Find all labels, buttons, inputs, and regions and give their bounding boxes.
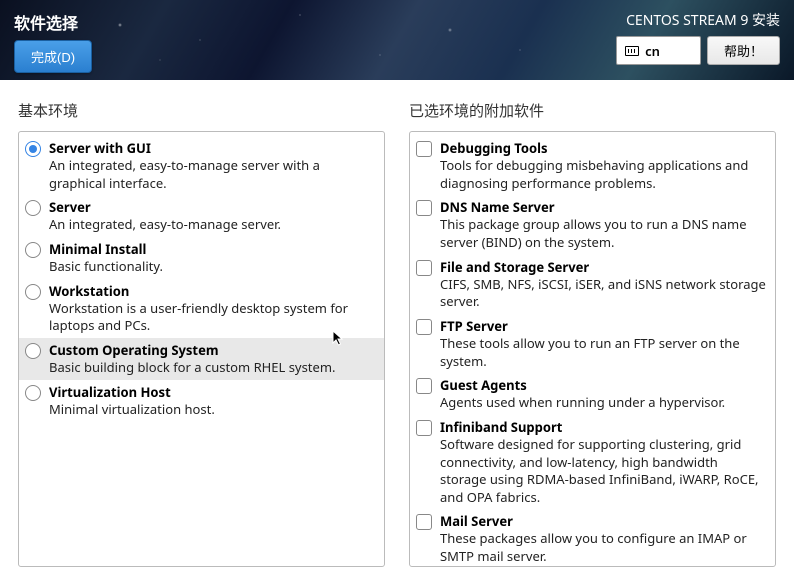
- addon-list[interactable]: Debugging ToolsTools for debugging misbe…: [409, 131, 776, 567]
- item-title: FTP Server: [440, 317, 767, 335]
- addon-item[interactable]: Guest AgentsAgents used when running und…: [410, 373, 775, 415]
- base-env-item[interactable]: WorkstationWorkstation is a user-friendl…: [19, 279, 384, 338]
- item-description: An integrated, easy-to-manage server.: [49, 216, 376, 234]
- done-button[interactable]: 完成(D): [14, 40, 92, 73]
- item-description: Minimal virtualization host.: [49, 401, 376, 419]
- item-description: Software designed for supporting cluster…: [440, 436, 767, 506]
- item-description: CIFS, SMB, NFS, iSCSI, iSER, and iSNS ne…: [440, 276, 767, 311]
- base-env-item[interactable]: Custom Operating SystemBasic building bl…: [19, 338, 384, 380]
- item-description: These tools allow you to run an FTP serv…: [440, 335, 767, 370]
- item-description: Basic building block for a custom RHEL s…: [49, 359, 376, 377]
- checkbox[interactable]: [416, 260, 432, 276]
- radio-button[interactable]: [25, 343, 41, 359]
- item-title: DNS Name Server: [440, 198, 767, 216]
- item-description: Agents used when running under a hypervi…: [440, 394, 767, 412]
- addon-item[interactable]: Debugging ToolsTools for debugging misbe…: [410, 136, 775, 195]
- base-env-item[interactable]: ServerAn integrated, easy-to-manage serv…: [19, 195, 384, 237]
- item-description: An integrated, easy-to-manage server wit…: [49, 157, 376, 192]
- keyboard-layout-selector[interactable]: cn: [616, 36, 701, 65]
- item-title: Server: [49, 198, 376, 216]
- base-env-title: 基本环境: [18, 100, 385, 121]
- addon-item[interactable]: Mail ServerThese packages allow you to c…: [410, 509, 775, 567]
- install-title: CENTOS STREAM 9 安装: [626, 10, 780, 30]
- item-description: Tools for debugging misbehaving applicat…: [440, 157, 767, 192]
- item-title: File and Storage Server: [440, 258, 767, 276]
- item-title: Infiniband Support: [440, 418, 767, 436]
- item-title: Custom Operating System: [49, 341, 376, 359]
- item-title: Virtualization Host: [49, 383, 376, 401]
- checkbox[interactable]: [416, 141, 432, 157]
- checkbox[interactable]: [416, 200, 432, 216]
- item-description: These packages allow you to configure an…: [440, 530, 767, 565]
- radio-button[interactable]: [25, 141, 41, 157]
- radio-button[interactable]: [25, 200, 41, 216]
- checkbox[interactable]: [416, 514, 432, 530]
- checkbox[interactable]: [416, 420, 432, 436]
- addon-title: 已选环境的附加软件: [409, 100, 776, 121]
- item-description: Basic functionality.: [49, 258, 376, 276]
- base-environment-column: 基本环境 Server with GUIAn integrated, easy-…: [18, 100, 385, 567]
- item-title: Minimal Install: [49, 240, 376, 258]
- radio-button[interactable]: [25, 385, 41, 401]
- addon-item[interactable]: Infiniband SupportSoftware designed for …: [410, 415, 775, 509]
- base-env-list[interactable]: Server with GUIAn integrated, easy-to-ma…: [18, 131, 385, 567]
- addon-item[interactable]: DNS Name ServerThis package group allows…: [410, 195, 775, 254]
- keyboard-layout-label: cn: [645, 42, 660, 60]
- item-title: Workstation: [49, 282, 376, 300]
- checkbox[interactable]: [416, 378, 432, 394]
- base-env-item[interactable]: Virtualization HostMinimal virtualizatio…: [19, 380, 384, 422]
- item-title: Server with GUI: [49, 139, 376, 157]
- base-env-item[interactable]: Minimal InstallBasic functionality.: [19, 237, 384, 279]
- addon-column: 已选环境的附加软件 Debugging ToolsTools for debug…: [409, 100, 776, 567]
- checkbox[interactable]: [416, 319, 432, 335]
- addon-item[interactable]: File and Storage ServerCIFS, SMB, NFS, i…: [410, 255, 775, 314]
- base-env-item[interactable]: Server with GUIAn integrated, easy-to-ma…: [19, 136, 384, 195]
- item-title: Debugging Tools: [440, 139, 767, 157]
- item-title: Guest Agents: [440, 376, 767, 394]
- item-description: This package group allows you to run a D…: [440, 216, 767, 251]
- keyboard-icon: [625, 46, 639, 56]
- addon-item[interactable]: FTP ServerThese tools allow you to run a…: [410, 314, 775, 373]
- content-area: 基本环境 Server with GUIAn integrated, easy-…: [0, 80, 794, 577]
- help-button[interactable]: 帮助！: [707, 36, 780, 65]
- item-title: Mail Server: [440, 512, 767, 530]
- installer-header: 软件选择 完成(D) CENTOS STREAM 9 安装 cn 帮助！: [0, 0, 794, 80]
- item-description: Workstation is a user-friendly desktop s…: [49, 300, 376, 335]
- radio-button[interactable]: [25, 242, 41, 258]
- radio-button[interactable]: [25, 284, 41, 300]
- page-title: 软件选择: [14, 10, 92, 34]
